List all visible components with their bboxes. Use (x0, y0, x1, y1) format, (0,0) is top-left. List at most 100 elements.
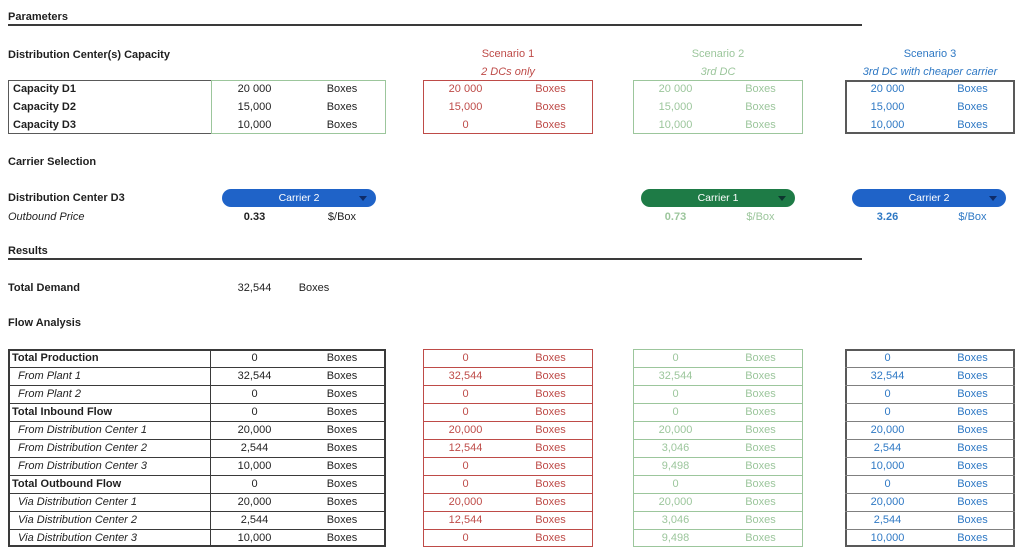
flow-scenario3-value-cell: 32,544 (870, 370, 905, 382)
flow-base-unit-cell: Boxes (326, 442, 358, 454)
capacity-scenario2-value-cell[interactable]: 20 000 (633, 80, 718, 98)
flow-base-unit-cell: Boxes (326, 370, 358, 382)
capacity-scenario3-value-cell[interactable]: 10,000 (845, 116, 930, 134)
capacity-base-value-cell[interactable]: 15,000 (211, 98, 298, 116)
flow-scenario3-value-cell: 2,544 (873, 442, 902, 454)
flow-scenario2-value-cell: 0 (672, 388, 679, 400)
capacity-row-label: Capacity D2 (13, 101, 76, 113)
capacity-base-unit-cell: Boxes (326, 119, 358, 131)
flow-scenario2-row-border (633, 421, 803, 422)
capacity-scenario1-value-cell[interactable]: 15,000 (423, 98, 508, 116)
capacity-scenario2-value-cell[interactable]: 10,000 (633, 116, 718, 134)
chevron-down-icon (778, 196, 786, 201)
flow-scenario3-unit-cell: Boxes (957, 388, 988, 400)
parameters-divider (8, 24, 862, 26)
flow-scenario3-unit-cell: Boxes (957, 370, 988, 382)
flow-base-row-border (8, 403, 386, 404)
flow-scenario3-row-border (845, 421, 1015, 422)
flow-scenario2-unit-cell: Boxes (745, 496, 776, 508)
flow-scenario1-value-cell: 0 (462, 460, 469, 472)
flow-scenario1-unit-cell: Boxes (535, 352, 566, 364)
flow-scenario2-row-border (633, 385, 803, 386)
flow-base-unit-cell: Boxes (326, 388, 358, 400)
flow-base-row-border (8, 385, 386, 386)
capacity-base-value-cell[interactable]: 10,000 (211, 116, 298, 134)
capacity-scenario1-value-cell[interactable]: 0 (423, 116, 508, 134)
outbound-price-scenario2-unit: $/Box (746, 211, 775, 223)
flow-base-value-cell: 0 (251, 352, 258, 364)
flow-scenario3-value-cell: 10,000 (870, 460, 905, 472)
flow-scenario2-row-border (633, 439, 803, 440)
capacity-row-label: Capacity D3 (13, 119, 76, 131)
flow-scenario1-value-cell: 0 (462, 406, 469, 418)
flow-scenario3-value-cell: 20,000 (870, 424, 905, 436)
flow-scenario1-row-border (423, 475, 593, 476)
flow-scenario2-value-cell: 0 (672, 352, 679, 364)
flow-scenario3-unit-cell: Boxes (957, 406, 988, 418)
flow-row-label: Total Outbound Flow (12, 478, 122, 490)
flow-scenario3-unit-cell: Boxes (957, 460, 988, 472)
flow-scenario3-unit-cell: Boxes (957, 352, 988, 364)
flow-row-label: Via Distribution Center 1 (18, 496, 138, 508)
flow-base-unit-cell: Boxes (326, 352, 358, 364)
flow-scenario2-row-border (633, 367, 803, 368)
capacity-base-value-cell[interactable]: 20 000 (211, 80, 298, 98)
flow-scenario2-value-cell: 3,046 (661, 514, 690, 526)
outbound-price-label: Outbound Price (8, 211, 85, 223)
flow-base-unit-cell: Boxes (326, 478, 358, 490)
scenario1-subtitle: 2 DCs only (481, 66, 535, 78)
carrier-dropdown-scenario2-label: Carrier 1 (697, 192, 739, 204)
flow-scenario2-value-cell: 3,046 (661, 442, 690, 454)
carrier-dropdown-scenario3[interactable]: Carrier 2 (852, 189, 1006, 207)
flow-scenario3-row-border (845, 529, 1015, 530)
flow-scenario2-unit-cell: Boxes (745, 442, 776, 454)
flow-base-value-cell: 0 (251, 478, 258, 490)
results-divider (8, 258, 862, 260)
capacity-scenario1-unit-cell: Boxes (535, 101, 566, 113)
carrier-row-label: Distribution Center D3 (8, 192, 125, 204)
flow-scenario3-unit-cell: Boxes (957, 514, 988, 526)
carrier-dropdown-scenario2[interactable]: Carrier 1 (641, 189, 795, 207)
capacity-scenario3-unit-cell: Boxes (957, 119, 988, 131)
flow-scenario3-row-border (845, 511, 1015, 512)
flow-base-row-border (8, 421, 386, 422)
flow-scenario3-row-border (845, 439, 1015, 440)
flow-scenario3-value-cell: 0 (884, 478, 891, 490)
flow-scenario1-row-border (423, 493, 593, 494)
spreadsheet-canvas: Parameters Distribution Center(s) Capaci… (0, 0, 1024, 552)
carrier-dropdown-base[interactable]: Carrier 2 (222, 189, 376, 207)
capacity-scenario2-unit-cell: Boxes (745, 101, 776, 113)
flow-scenario2-unit-cell: Boxes (745, 514, 776, 526)
flow-scenario1-value-cell: 32,544 (448, 370, 483, 382)
flow-scenario1-value-cell: 0 (462, 388, 469, 400)
capacity-scenario1-unit-cell: Boxes (535, 83, 566, 95)
flow-base-value-cell: 2,544 (240, 514, 269, 526)
outbound-price-scenario3-unit: $/Box (958, 211, 987, 223)
flow-row-label: Total Inbound Flow (12, 406, 112, 418)
flow-scenario2-unit-cell: Boxes (745, 478, 776, 490)
flow-scenario3-unit-cell: Boxes (957, 424, 988, 436)
flow-base-row-border (8, 475, 386, 476)
flow-row-label: From Distribution Center 2 (18, 442, 147, 454)
capacity-scenario1-value-cell[interactable]: 20 000 (423, 80, 508, 98)
flow-scenario2-value-cell: 32,544 (658, 370, 693, 382)
outbound-price-scenario3: 3.26 (876, 211, 899, 223)
capacity-scenario2-value-cell[interactable]: 15,000 (633, 98, 718, 116)
flow-scenario2-value-cell: 9,498 (661, 532, 690, 544)
flow-row-label: From Plant 1 (18, 370, 81, 382)
flow-scenario1-unit-cell: Boxes (535, 460, 566, 472)
flow-row-label: Via Distribution Center 2 (18, 514, 138, 526)
flow-base-unit-cell: Boxes (326, 424, 358, 436)
capacity-scenario3-value-cell[interactable]: 20 000 (845, 80, 930, 98)
capacity-scenario3-value-cell[interactable]: 15,000 (845, 98, 930, 116)
flow-scenario3-unit-cell: Boxes (957, 496, 988, 508)
capacity-title: Distribution Center(s) Capacity (8, 49, 170, 61)
flow-scenario1-unit-cell: Boxes (535, 532, 566, 544)
flow-scenario1-row-border (423, 367, 593, 368)
outbound-price-scenario2: 0.73 (664, 211, 687, 223)
flow-scenario2-unit-cell: Boxes (745, 532, 776, 544)
scenario2-subtitle: 3rd DC (700, 66, 736, 78)
flow-scenario3-value-cell: 0 (884, 388, 891, 400)
flow-scenario1-row-border (423, 457, 593, 458)
flow-base-value-cell: 10,000 (237, 460, 272, 472)
